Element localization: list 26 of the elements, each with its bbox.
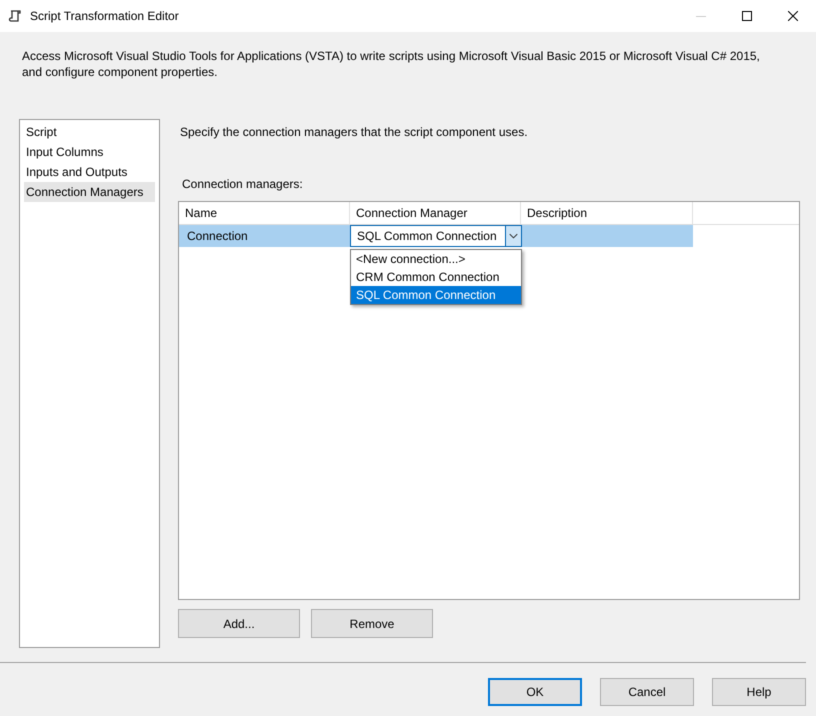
column-header: Description (521, 202, 693, 224)
table-cell-text: Connection (186, 228, 249, 245)
dialog-button[interactable]: Help (712, 678, 806, 706)
dialog-button[interactable]: OK (488, 678, 582, 706)
dialog-button[interactable]: Cancel (600, 678, 694, 706)
script-icon (8, 9, 22, 23)
table-button[interactable]: Remove (311, 609, 433, 638)
table-row[interactable]: Connection SQL Common Connection (179, 225, 693, 247)
window-title: Script Transformation Editor (30, 8, 179, 25)
description-text: Access Microsoft Visual Studio Tools for Applications (VSTA) to write scripts using Microsoft Visual Basic 2015 or Microsoft Visual C# 2015, and configure component properties. (22, 48, 761, 80)
instruction-text: Specify the connection managers that the script component uses. (180, 124, 529, 141)
sidebar-item[interactable]: Connection Managers (24, 182, 155, 202)
dropdown-option[interactable]: SQL Common Connection (351, 286, 521, 304)
table-button[interactable]: Add... (178, 609, 300, 638)
maximize-icon[interactable] (742, 11, 752, 21)
connection-select[interactable]: SQL Common Connection (350, 225, 522, 247)
close-icon[interactable] (788, 11, 798, 21)
sidebar-item[interactable]: Inputs and Outputs (24, 162, 155, 182)
dropdown-caret-icon[interactable] (505, 226, 521, 246)
column-header: Connection Manager (350, 202, 521, 224)
sidebar-item[interactable]: Input Columns (24, 142, 155, 162)
column-header: Name (179, 202, 350, 224)
dropdown-option[interactable]: CRM Common Connection (351, 268, 521, 286)
dropdown-option[interactable]: <New connection...> (351, 250, 521, 268)
sidebar-item[interactable]: Script (24, 122, 155, 142)
section-label: Connection managers: (182, 176, 304, 193)
